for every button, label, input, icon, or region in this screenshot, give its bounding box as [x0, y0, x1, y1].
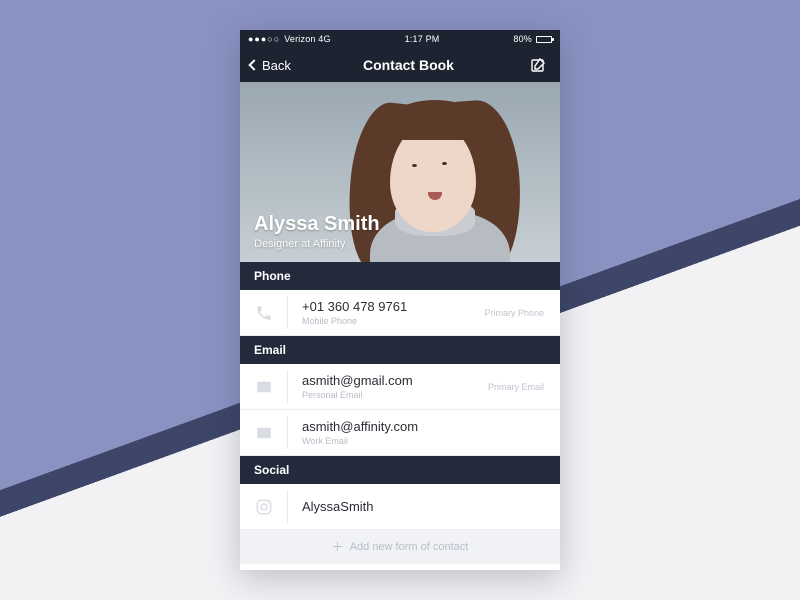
section-header-email: Email [240, 336, 560, 364]
status-left: ●●●○○ Verizon 4G [248, 34, 331, 44]
email-value: asmith@gmail.com [302, 373, 488, 388]
phone-badge: Primary Phone [484, 308, 548, 318]
battery-icon [536, 36, 552, 43]
phone-value: +01 360 478 9761 [302, 299, 484, 314]
contact-details: Phone +01 360 478 9761 Mobile Phone Prim… [240, 262, 560, 570]
email-badge: Primary Email [488, 382, 548, 392]
instagram-icon [240, 490, 288, 523]
status-time: 1:17 PM [405, 34, 440, 44]
contact-hero: Alyssa Smith Designer at Affinity [240, 82, 560, 262]
status-bar: ●●●○○ Verizon 4G 1:17 PM 80% [240, 30, 560, 48]
nav-bar: Back Contact Book [240, 48, 560, 82]
battery-percent: 80% [513, 34, 532, 44]
mail-icon [240, 370, 288, 403]
phone-frame: ●●●○○ Verizon 4G 1:17 PM 80% Back Contac… [240, 30, 560, 570]
section-header-social: Social [240, 456, 560, 484]
hero-text: Alyssa Smith Designer at Affinity [254, 213, 380, 250]
contact-subtitle: Designer at Affinity [254, 238, 380, 250]
social-row[interactable]: AlyssaSmith [240, 484, 560, 530]
plus-icon: ＋ [332, 541, 344, 553]
email-sublabel: Personal Email [302, 390, 488, 400]
social-value: AlyssaSmith [302, 499, 548, 514]
add-label: Add new form of contact [350, 541, 469, 553]
contact-name: Alyssa Smith [254, 213, 380, 236]
chevron-left-icon [248, 59, 259, 70]
add-contact-method-button[interactable]: ＋ Add new form of contact [240, 530, 560, 564]
back-button[interactable]: Back [250, 58, 291, 73]
email-row[interactable]: asmith@affinity.com Work Email [240, 410, 560, 456]
carrier-label: Verizon 4G [284, 34, 331, 44]
page-title: Contact Book [363, 57, 454, 73]
back-label: Back [262, 58, 291, 73]
compose-icon [530, 57, 546, 73]
phone-icon [240, 296, 288, 329]
section-header-phone: Phone [240, 262, 560, 290]
email-value: asmith@affinity.com [302, 419, 544, 434]
signal-dots-icon: ●●●○○ [248, 34, 280, 44]
status-right: 80% [513, 34, 552, 44]
email-sublabel: Work Email [302, 436, 544, 446]
compose-button[interactable] [526, 53, 550, 77]
phone-sublabel: Mobile Phone [302, 316, 484, 326]
mail-icon [240, 416, 288, 449]
phone-row[interactable]: +01 360 478 9761 Mobile Phone Primary Ph… [240, 290, 560, 336]
email-row[interactable]: asmith@gmail.com Personal Email Primary … [240, 364, 560, 410]
